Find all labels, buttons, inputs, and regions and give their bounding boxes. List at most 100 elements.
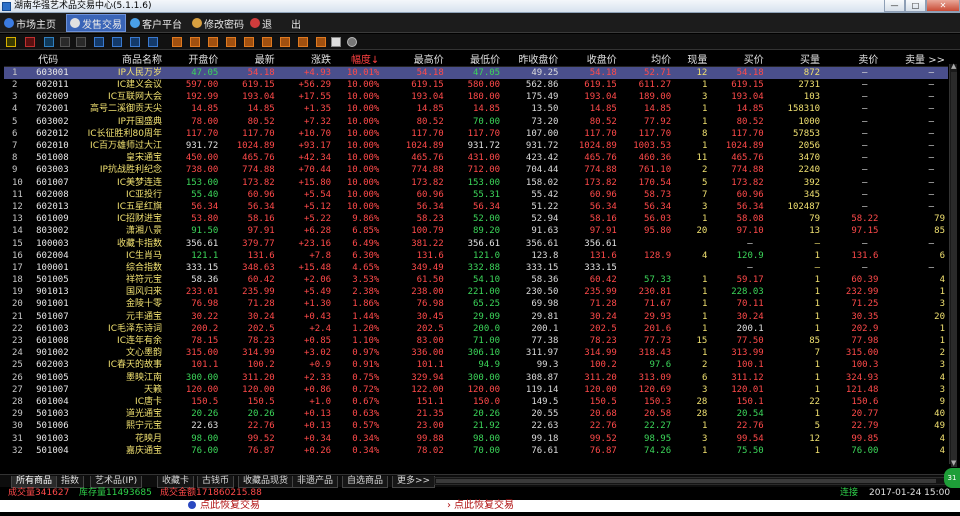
column-header[interactable] bbox=[4, 51, 25, 67]
table-row[interactable]: 12 602013 IC五星红旗 56.34 56.34 +5.12 10.00% 56.34… bbox=[4, 201, 948, 213]
column-header[interactable]: 卖量 >> bbox=[881, 51, 948, 67]
online-badge[interactable]: 31 bbox=[944, 468, 960, 488]
tab-cards[interactable]: 收藏卡 bbox=[157, 476, 195, 488]
f1-icon[interactable] bbox=[148, 37, 158, 47]
table-row[interactable]: 29 501003 道光通宝 20.26 20.26 +0.13 0.63% 21.35 20.… bbox=[4, 408, 948, 420]
table-icon[interactable] bbox=[60, 37, 70, 47]
maximize-button[interactable]: □ bbox=[905, 0, 926, 12]
column-header[interactable]: 代码 bbox=[24, 51, 71, 67]
settings-icon[interactable] bbox=[347, 37, 357, 47]
table-row[interactable]: 21 501007 元丰通宝 30.22 30.24 +0.43 1.44% 30.45 29.… bbox=[4, 311, 948, 323]
tab-art-ip[interactable]: 艺术品(IP) bbox=[90, 476, 143, 488]
resume-trading-link-1[interactable]: 点此恢复交易 bbox=[188, 500, 260, 512]
table-row[interactable]: 24 901002 文心墨韵 315.00 314.99 +3.02 0.97% 336.00… bbox=[4, 347, 948, 359]
trend-icon[interactable] bbox=[25, 37, 35, 47]
close-button[interactable]: ✕ bbox=[926, 0, 960, 12]
tab-collection-spot[interactable]: 收藏品现货 bbox=[238, 476, 294, 488]
table-cell: 173.82 bbox=[411, 177, 444, 188]
vertical-scrollbar[interactable]: ▲ ▼ bbox=[949, 62, 957, 467]
table-row[interactable]: 2 602011 IC建义会议 597.00 619.15 +56.29 10.00% 619… bbox=[4, 79, 948, 91]
table-row[interactable]: 1 603001 IP人民万岁 47.05 54.18 +4.93 10.01% 54.18 4… bbox=[4, 66, 948, 79]
column-header[interactable]: 最高价 bbox=[382, 51, 447, 67]
table-row[interactable]: 13 601009 IC招财进宝 53.80 58.16 +5.22 9.86% 58.23 5… bbox=[4, 213, 948, 225]
menu-exit[interactable]: 退 bbox=[250, 14, 272, 32]
minimize-button[interactable]: — bbox=[884, 0, 905, 12]
f2-icon[interactable] bbox=[172, 37, 182, 47]
column-header[interactable]: 商品名称 bbox=[70, 51, 165, 67]
note-icon[interactable] bbox=[331, 37, 341, 47]
scroll-thumb[interactable] bbox=[951, 72, 957, 467]
column-header[interactable]: 买价 bbox=[710, 51, 767, 67]
table-row[interactable]: 11 602008 IC亚投行 55.40 60.96 +5.54 10.00% 60.96 5… bbox=[4, 189, 948, 201]
table-row[interactable]: 17 100001 综合指数 333.15 348.63 +15.48 4.65% 349.4… bbox=[4, 262, 948, 274]
table-row[interactable]: 4 702001 高号二溪御贡天尖 14.85 14.85 +1.35 10.00% 14.8… bbox=[4, 103, 948, 115]
column-header[interactable]: 涨跌 bbox=[277, 51, 335, 67]
table-row[interactable]: 25 602003 IC春天的故事 101.1 100.2 +0.9 0.91% 101.1 9… bbox=[4, 359, 948, 371]
f6-icon[interactable] bbox=[244, 37, 254, 47]
column-header[interactable]: 最低价 bbox=[446, 51, 504, 67]
table-row[interactable]: 20 901001 金陵十零 76.98 71.28 +1.30 1.86% 76.98 65.… bbox=[4, 298, 948, 310]
table-row[interactable]: 16 602004 IC生肖马 121.1 131.6 +7.8 6.30% 131.6 121… bbox=[4, 250, 948, 262]
table-row[interactable]: 8 501008 皇宋通宝 450.00 465.76 +42.34 10.00% 465.7… bbox=[4, 152, 948, 164]
column-header[interactable]: 幅度↓ bbox=[334, 51, 383, 67]
menu-client-platform[interactable]: 客户平台 bbox=[130, 14, 182, 32]
table-row[interactable]: 15 100003 收藏卡指数 356.61 379.77 +23.16 6.49% 381.… bbox=[4, 237, 948, 249]
tab-heritage[interactable]: 非遗产品 bbox=[292, 476, 339, 488]
table-row[interactable]: 28 601004 IC唐卡 150.5 150.5 +1.0 0.67% 151.1 150.… bbox=[4, 396, 948, 408]
column-header[interactable]: 卖价 bbox=[823, 51, 882, 67]
menu-trade[interactable]: 发售交易 bbox=[66, 14, 126, 32]
f11-icon[interactable] bbox=[112, 37, 122, 47]
column-header[interactable]: 最新 bbox=[221, 51, 278, 67]
f4-icon[interactable] bbox=[208, 37, 218, 47]
tab-coins[interactable]: 古钱币 bbox=[197, 476, 235, 488]
table-row[interactable]: 22 601003 IC毛泽东诗词 200.2 202.5 +2.4 1.20% 202.5 2… bbox=[4, 323, 948, 335]
column-header[interactable]: 收盘价 bbox=[561, 51, 620, 67]
table-row[interactable]: 3 602009 IC互联网大会 192.99 193.04 +17.55 10.00% 19… bbox=[4, 91, 948, 103]
column-header[interactable]: 开盘价 bbox=[165, 51, 222, 67]
table-row[interactable]: 30 501006 熙宁元宝 22.63 22.76 +0.13 0.57% 23.00 21.… bbox=[4, 420, 948, 432]
tab-watchlist[interactable]: 自选商品 bbox=[342, 476, 389, 488]
resume-trading-link-2[interactable]: › 点此恢复交易 bbox=[447, 500, 514, 512]
table-row[interactable]: 19 901013 国风归来 233.01 235.99 +5.49 2.38% 238.00… bbox=[4, 286, 948, 298]
horizontal-scrollbar[interactable] bbox=[434, 477, 948, 485]
candle-icon[interactable] bbox=[44, 37, 54, 47]
menu-exit-2[interactable]: 出 bbox=[291, 14, 301, 32]
table-row[interactable]: 7 602010 IC百万雄师过大江 931.72 1024.89 +93.17 10.00… bbox=[4, 140, 948, 152]
grid-icon[interactable] bbox=[76, 37, 86, 47]
table-row[interactable]: 23 601008 IC连年有余 78.15 78.23 +0.85 1.10% 83.00 7… bbox=[4, 335, 948, 347]
f5-icon[interactable] bbox=[226, 37, 236, 47]
f9b-icon[interactable] bbox=[316, 37, 326, 47]
tab-more[interactable]: 更多>> bbox=[392, 476, 436, 488]
bar-chart-icon[interactable] bbox=[6, 37, 16, 47]
column-header[interactable]: 昨收盘价 bbox=[503, 51, 562, 67]
column-header[interactable]: 买量 bbox=[766, 51, 824, 67]
table-row[interactable]: 5 603002 IP开国盛典 78.00 80.52 +7.32 10.00% 80.52 7… bbox=[4, 116, 948, 128]
table-row[interactable]: 14 803002 潇湘八景 91.50 97.91 +6.28 6.85% 100.79 89… bbox=[4, 225, 948, 237]
menu-change-password[interactable]: 修改密码 bbox=[192, 14, 244, 32]
table-row[interactable]: 6 602012 IC长征胜利80周年 117.70 117.70 +10.70 10.00… bbox=[4, 128, 948, 140]
column-header[interactable]: 均价 bbox=[619, 51, 675, 67]
f9-icon[interactable] bbox=[298, 37, 308, 47]
tab-all[interactable]: 所有商品 bbox=[11, 476, 58, 488]
column-header[interactable]: 现量 bbox=[674, 51, 711, 67]
hscroll-thumb[interactable] bbox=[436, 479, 936, 483]
table-row[interactable]: 9 603003 IP抗战胜利纪念 738.00 774.88 +70.44 10.00% 7… bbox=[4, 164, 948, 176]
scroll-down-icon[interactable]: ▼ bbox=[951, 459, 956, 467]
f7-icon[interactable] bbox=[262, 37, 272, 47]
table-row[interactable]: 27 901007 天籁 120.00 120.00 +0.86 0.72% 122.00 12… bbox=[4, 384, 948, 396]
scroll-up-icon[interactable]: ▲ bbox=[951, 62, 956, 70]
table-cell: 51.22 bbox=[531, 201, 559, 212]
table-cell: 56.34 bbox=[644, 201, 672, 212]
table-row[interactable]: 32 501004 嘉庆通宝 76.00 76.87 +0.26 0.34% 78.02 70.… bbox=[4, 445, 948, 457]
table-row[interactable]: 31 901003 花映月 98.00 99.52 +0.34 0.34% 99.88 98.0… bbox=[4, 432, 948, 444]
f3-icon[interactable] bbox=[190, 37, 200, 47]
f12-icon[interactable] bbox=[130, 37, 140, 47]
table-row[interactable]: 10 601007 IC美梦连连 153.00 173.82 +15.80 10.00% 17… bbox=[4, 177, 948, 189]
table-row[interactable]: 26 901005 墨映江南 300.00 311.20 +2.33 0.75% 329.94… bbox=[4, 372, 948, 384]
table-cell: — bbox=[861, 116, 868, 127]
table-row[interactable]: 18 501005 祥符元宝 58.36 60.42 +2.06 3.53% 61.50 54.… bbox=[4, 274, 948, 286]
f8-icon[interactable] bbox=[280, 37, 290, 47]
menu-market-home[interactable]: 市场主页 bbox=[4, 14, 56, 32]
tab-index[interactable]: 指数 bbox=[56, 476, 85, 488]
f10-icon[interactable] bbox=[94, 37, 104, 47]
